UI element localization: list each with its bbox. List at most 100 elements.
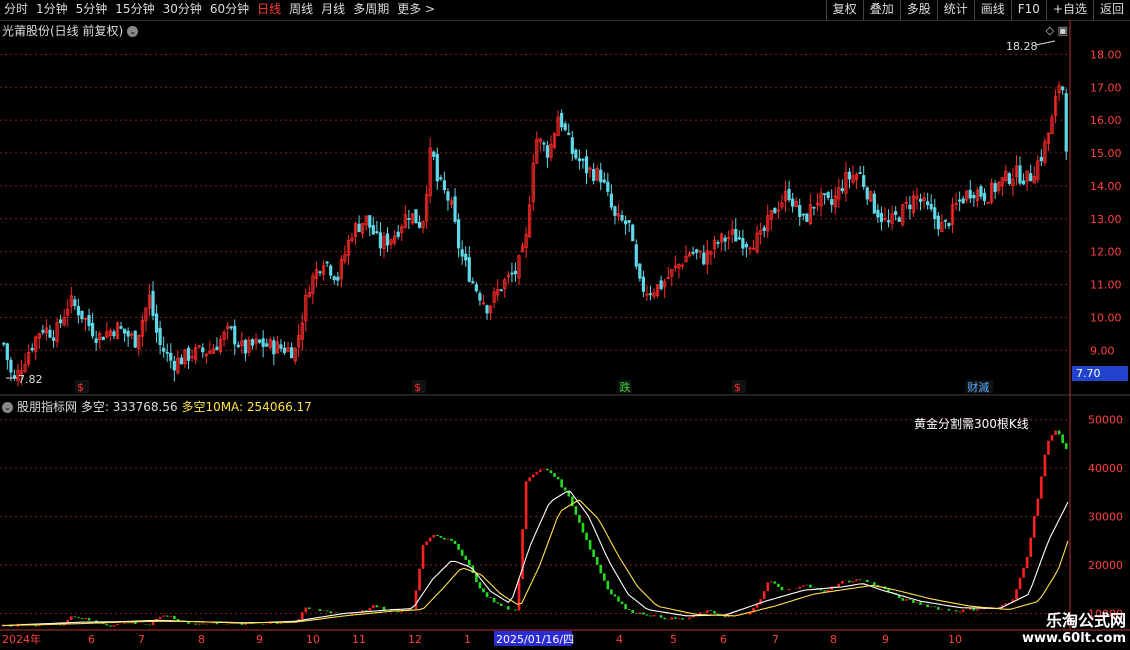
candle-body (620, 215, 624, 221)
candle-body (812, 206, 816, 209)
candle-body (101, 336, 105, 341)
candle-body (119, 326, 123, 329)
candle-body (417, 222, 422, 228)
candle-body (638, 263, 642, 279)
low-price-label: 7.82 (18, 373, 43, 386)
candle-body (282, 347, 287, 354)
candle-body (958, 199, 962, 202)
candle-body (737, 237, 741, 240)
candle-body (936, 215, 940, 230)
ma10-line (1, 491, 1069, 627)
date-axis-label: 2025/01/16/四 (496, 633, 574, 646)
ma-slow-line (1, 499, 1069, 627)
candle-body (830, 199, 834, 205)
candle-body (378, 232, 383, 249)
candle-body (332, 276, 336, 281)
candle-body (368, 215, 372, 228)
candle-body (847, 171, 852, 180)
golden-ratio-note: 黄金分割需300根K线 (914, 416, 1029, 431)
candle-body (1007, 173, 1011, 185)
candle-body (584, 156, 589, 174)
event-marker: $ (734, 381, 741, 394)
candle-body (876, 209, 880, 218)
candle-body (695, 249, 699, 253)
candle-body (510, 272, 514, 275)
date-axis-label: 1 (464, 633, 471, 646)
candle-body (624, 220, 628, 225)
candle-body (279, 344, 283, 349)
candle-body (464, 253, 468, 261)
candle-body (80, 310, 84, 320)
candle-body (716, 242, 720, 244)
chart-canvas[interactable]: 9.00 10.00 11.00 12.00 13.00 14.00 15.00 16.00 1… (0, 0, 1130, 650)
candle-body (165, 351, 169, 354)
candle-body (442, 180, 446, 191)
candle-body (1029, 173, 1033, 182)
candle-body (186, 347, 191, 361)
candle-body (1064, 93, 1068, 152)
candle-body (73, 299, 77, 306)
date-axis-label: 7 (772, 633, 779, 646)
candle-body (801, 213, 805, 216)
candle-body (471, 281, 475, 284)
candle-body (2, 342, 6, 345)
candle-body (485, 305, 489, 314)
candle-body (787, 188, 791, 201)
candle-body (9, 359, 13, 373)
candle-body (979, 186, 983, 197)
high-price-arrow (1035, 40, 1056, 46)
candle-body (972, 194, 976, 199)
candle-body (162, 347, 166, 352)
candle-body (76, 306, 80, 316)
candle-body (1018, 165, 1022, 184)
kline-axis-tick: 9.00 (1090, 344, 1115, 357)
candle-body (791, 198, 795, 207)
candle-body (371, 225, 375, 235)
candle-body (126, 330, 130, 337)
last-price-label: 7.70 (1076, 367, 1101, 380)
candle-body (357, 223, 361, 232)
candle-body (886, 220, 891, 223)
event-marker: $ (77, 381, 84, 394)
date-axis-label: 10 (948, 633, 962, 646)
candle-body (414, 209, 418, 224)
candle-body (577, 158, 582, 162)
candle-body (560, 112, 564, 128)
candle-body (158, 327, 162, 346)
date-axis-label: 6 (720, 633, 727, 646)
candle-body (641, 276, 645, 292)
candle-body (236, 344, 240, 348)
kline-axis-tick: 18.00 (1090, 48, 1122, 61)
candle-body (233, 325, 237, 345)
candle-body (609, 193, 613, 208)
date-axis-label: 12 (408, 633, 422, 646)
candle-body (407, 218, 411, 220)
candle-body (5, 343, 9, 360)
candle-body (734, 229, 738, 242)
candle-body (151, 290, 155, 316)
candle-body (435, 153, 439, 182)
candle-body (51, 337, 56, 341)
event-marker: 跌 (620, 380, 631, 394)
candle-body (169, 352, 173, 361)
candle-body (691, 252, 695, 254)
candle-body (318, 271, 322, 274)
event-marker: 财滅 (967, 380, 989, 394)
candle-body (602, 179, 606, 183)
candle-body (59, 319, 63, 324)
candle-body (112, 331, 116, 337)
indicator-axis-tick: 40000 (1088, 462, 1123, 475)
candle-body (741, 238, 745, 249)
candle-body (133, 330, 137, 348)
date-axis-label: 11 (352, 633, 366, 646)
date-axis-label: 9 (256, 633, 263, 646)
indicator-axis-tick: 20000 (1088, 559, 1123, 572)
candle-body (840, 188, 844, 192)
candle-body (396, 231, 400, 237)
candle-body (865, 187, 869, 200)
candle-body (894, 211, 898, 215)
candle-body (592, 169, 596, 181)
candle-body (48, 329, 52, 338)
candle-body (993, 183, 997, 193)
candle-body (87, 315, 91, 327)
